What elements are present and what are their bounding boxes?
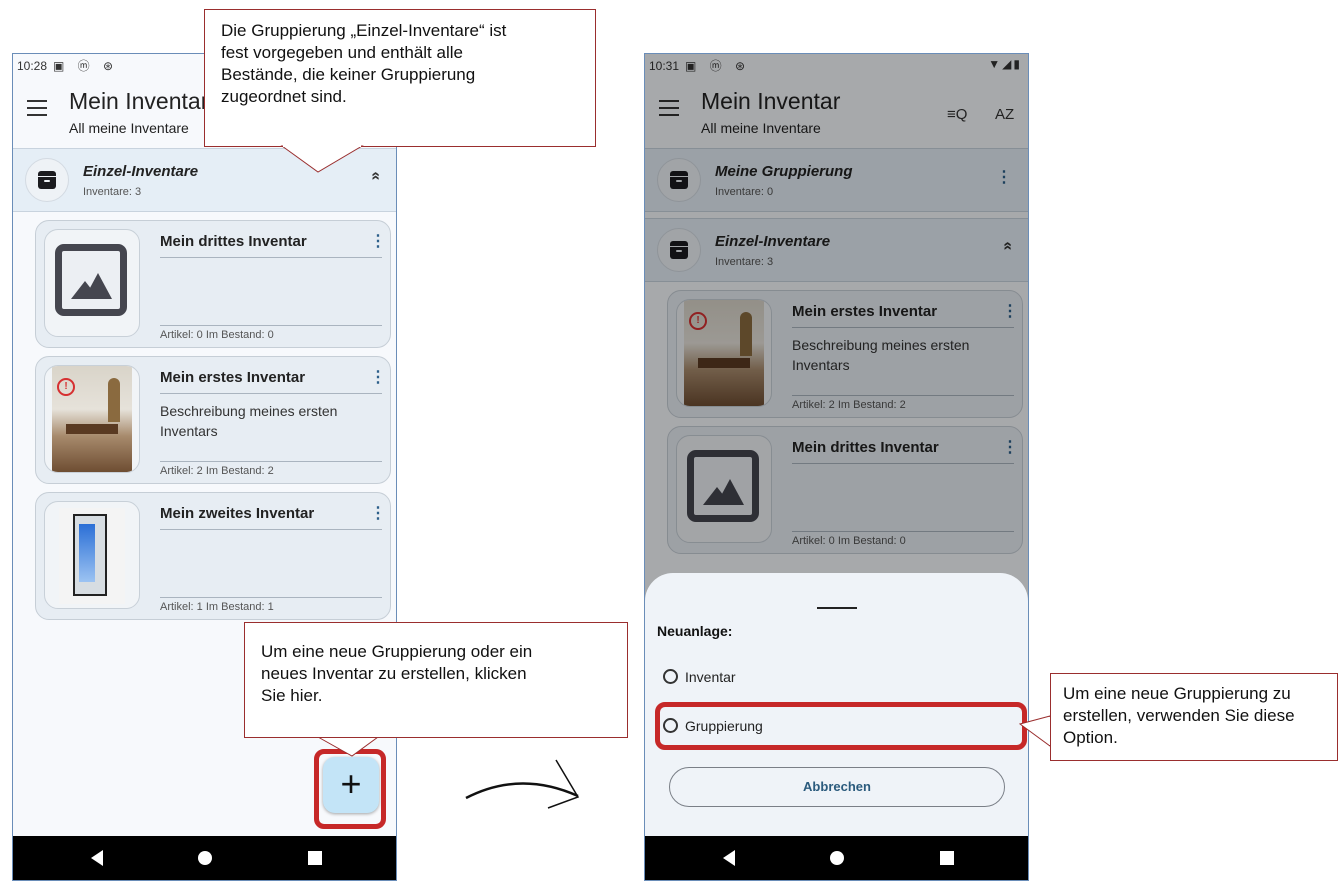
callout-fab-hint: Um eine neue Gruppierung oder ein neues … <box>244 622 628 738</box>
callout-line: Sie hier. <box>261 686 323 705</box>
callout-line: Option. <box>1063 728 1118 747</box>
callout-line: Um eine neue Gruppierung oder ein <box>261 642 533 661</box>
callout-gruppierung-option: Um eine neue Gruppierung zu erstellen, v… <box>1050 673 1338 761</box>
callout-line: Um eine neue Gruppierung zu <box>1063 684 1291 703</box>
callout-line: erstellen, verwenden Sie diese <box>1063 706 1295 725</box>
callout-line: neues Inventar zu erstellen, klicken <box>261 664 527 683</box>
